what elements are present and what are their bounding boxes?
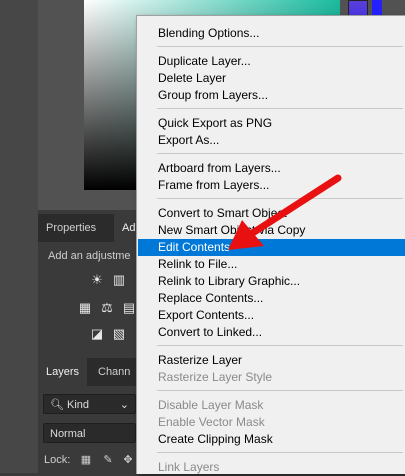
- search-icon: 🔍︎: [50, 399, 64, 411]
- tab-properties[interactable]: Properties: [38, 214, 104, 242]
- menu-item-edit-contents[interactable]: Edit Contents: [138, 239, 405, 256]
- menu-separator: [157, 452, 403, 453]
- menu-separator: [157, 390, 403, 391]
- menu-separator: [157, 345, 403, 346]
- blend-mode-value: Normal: [50, 428, 86, 440]
- color-lookup-icon[interactable]: ▦: [76, 300, 94, 316]
- menu-item-link-layers[interactable]: Link Layers: [138, 459, 405, 476]
- menu-item-quick-export-as-png[interactable]: Quick Export as PNG: [138, 115, 405, 132]
- menu-item-enable-vector-mask[interactable]: Enable Vector Mask: [138, 414, 405, 431]
- menu-separator: [157, 108, 403, 109]
- left-toolbar-strip: [0, 0, 38, 473]
- menu-separator: [157, 153, 403, 154]
- menu-separator: [157, 198, 403, 199]
- menu-item-disable-layer-mask[interactable]: Disable Layer Mask: [138, 397, 405, 414]
- lock-transparent-icon[interactable]: ▦: [80, 454, 92, 466]
- menu-item-rasterize-layer[interactable]: Rasterize Layer: [138, 352, 405, 369]
- menu-item-export-as[interactable]: Export As...: [138, 132, 405, 149]
- menu-item-export-contents[interactable]: Export Contents...: [138, 307, 405, 324]
- kind-filter-select[interactable]: 🔍︎ Kind ⌄: [43, 394, 136, 414]
- menu-separator: [157, 46, 403, 47]
- lock-label: Lock:: [44, 454, 71, 466]
- brightness-icon[interactable]: ☀: [88, 272, 106, 288]
- tab-layers[interactable]: Layers: [38, 358, 88, 386]
- menu-item-new-smart-object-via-copy[interactable]: New Smart Object via Copy: [138, 222, 405, 239]
- menu-item-relink-to-library-graphic[interactable]: Relink to Library Graphic...: [138, 273, 405, 290]
- menu-item-relink-to-file[interactable]: Relink to File...: [138, 256, 405, 273]
- blend-mode-select[interactable]: Normal: [43, 423, 136, 443]
- menu-item-convert-to-smart-object[interactable]: Convert to Smart Object: [138, 205, 405, 222]
- menu-item-convert-to-linked[interactable]: Convert to Linked...: [138, 324, 405, 341]
- menu-item-duplicate-layer[interactable]: Duplicate Layer...: [138, 53, 405, 70]
- kind-filter-value: Kind: [67, 399, 90, 411]
- menu-item-delete-layer[interactable]: Delete Layer: [138, 70, 405, 87]
- menu-item-create-clipping-mask[interactable]: Create Clipping Mask: [138, 431, 405, 448]
- chevron-down-icon: ⌄: [119, 399, 129, 411]
- invert-icon[interactable]: ◪: [88, 326, 106, 342]
- lock-move-icon[interactable]: ✥: [122, 454, 134, 466]
- levels-icon[interactable]: ▥: [110, 272, 128, 288]
- posterize-icon[interactable]: ▧: [110, 326, 128, 342]
- menu-item-group-from-layers[interactable]: Group from Layers...: [138, 87, 405, 104]
- lock-brush-icon[interactable]: ✎: [102, 454, 114, 466]
- tab-channels[interactable]: Chann: [90, 358, 138, 386]
- color-balance-icon[interactable]: ⚖: [98, 300, 116, 316]
- adjustments-hint: Add an adjustme: [48, 250, 131, 262]
- menu-item-rasterize-layer-style[interactable]: Rasterize Layer Style: [138, 369, 405, 386]
- layer-context-menu: Blending Options... Duplicate Layer... Del…: [136, 15, 405, 474]
- menu-item-frame-from-layers[interactable]: Frame from Layers...: [138, 177, 405, 194]
- menu-item-replace-contents[interactable]: Replace Contents...: [138, 290, 405, 307]
- menu-item-blending-options[interactable]: Blending Options...: [138, 25, 405, 42]
- menu-item-artboard-from-layers[interactable]: Artboard from Layers...: [138, 160, 405, 177]
